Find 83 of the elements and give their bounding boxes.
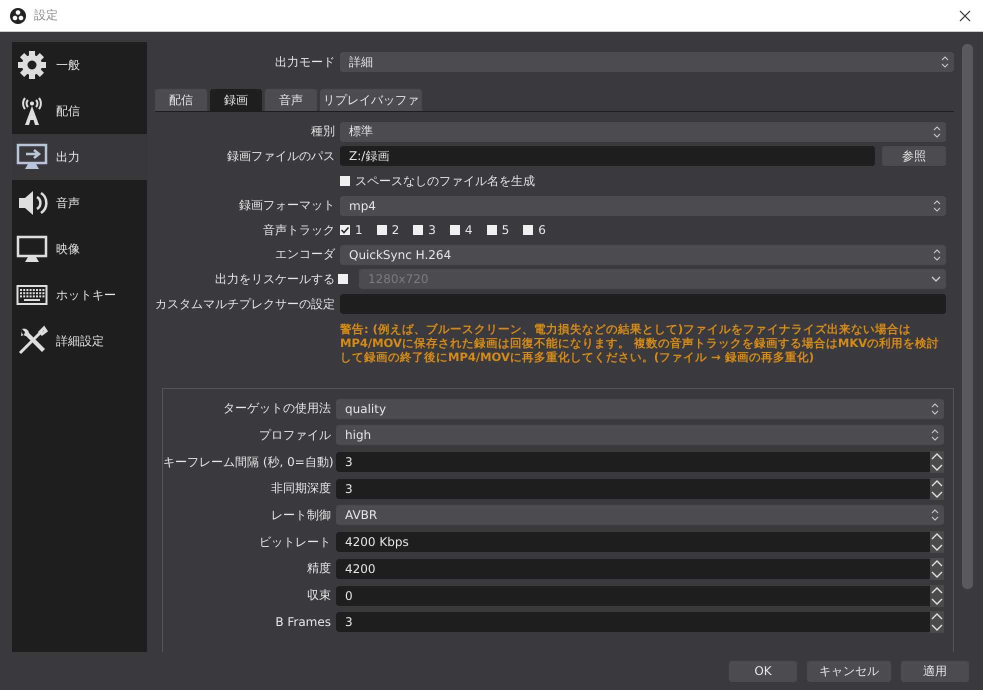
updown-icon (931, 509, 939, 522)
field-label: ターゲットの使用法 (222, 400, 331, 418)
sidebar-item[interactable]: 音声 (12, 180, 147, 226)
dropdown[interactable]: high (336, 425, 944, 446)
spin-arrows-icon[interactable] (930, 451, 944, 474)
sidebar-item[interactable]: 映像 (12, 226, 147, 272)
number-field[interactable]: 4200 Kbps (336, 532, 944, 552)
updown-icon (933, 126, 941, 138)
checkbox-label: 3 (428, 223, 436, 238)
monitor-icon (16, 233, 48, 265)
dropdown[interactable]: 詳細 (340, 52, 954, 72)
checkbox[interactable] (340, 176, 350, 186)
dropdown[interactable]: quality (336, 398, 944, 419)
dropdown[interactable]: mp4 (340, 196, 946, 216)
dialog-button[interactable]: 適用 (901, 660, 969, 682)
checkbox-label: スペースなしのファイル名を生成 (355, 172, 535, 190)
checkbox-label: 1 (355, 223, 363, 238)
tab[interactable]: 録画 (210, 88, 262, 111)
updown-icon (931, 402, 939, 415)
number-field[interactable]: 4200 (336, 558, 944, 579)
number-field[interactable]: 3 (336, 452, 944, 472)
scrollbar[interactable] (962, 44, 973, 589)
field-label: 種別 (310, 123, 335, 140)
sidebar-item[interactable]: 詳細設定 (12, 318, 147, 364)
field-label: 録画ファイルのパス (226, 148, 335, 165)
checkbox[interactable] (450, 225, 460, 236)
field-label: 収束 (306, 587, 331, 604)
text-field[interactable] (340, 294, 946, 314)
checkbox[interactable] (486, 225, 497, 236)
spin-arrows-icon[interactable] (930, 558, 944, 580)
field-label: レート制御 (270, 506, 331, 524)
field-label: ビットレート (258, 534, 331, 551)
warning-text: 警告: (例えば、ブルースクリーン、電力損失などの結果として)ファイルをファイナライズ出来ない場合はMP4/MOVに保存された録画は回復不能になります。 複数の音声トラックを録画する場合はMKVの利用を検討して録画の終了後にMP4/MOVに再多重化してください。(ファイル → 録画の再多重化) (340, 322, 940, 364)
spin-arrows-icon[interactable] (930, 531, 944, 554)
window-title: 設定 (34, 7, 59, 24)
tab[interactable]: リプレイバッファ (320, 88, 422, 111)
dialog-button[interactable]: キャンセル (807, 660, 891, 682)
field-label: 精度 (306, 560, 331, 578)
field-label: プロファイル (258, 426, 331, 444)
field-label: B Frames (274, 615, 331, 630)
number-field[interactable]: 0 (336, 586, 944, 606)
browse-button[interactable]: 参照 (882, 146, 946, 166)
number-field[interactable]: 3 (336, 478, 944, 499)
dropdown[interactable]: 標準 (340, 122, 946, 142)
sidebar-item[interactable]: 一般 (12, 42, 147, 88)
field-label: 出力モード (274, 54, 335, 71)
field-label: 非同期深度 (270, 480, 331, 498)
spin-arrows-icon[interactable] (930, 478, 944, 500)
close-icon[interactable] (959, 10, 971, 22)
field-label: エンコーダ (274, 246, 335, 264)
sidebar-item[interactable]: 出力 (12, 134, 147, 180)
updown-icon (933, 248, 941, 261)
checkbox-label: 2 (392, 223, 400, 238)
dialog-button[interactable]: OK (729, 660, 797, 682)
updown-icon (931, 429, 939, 442)
field-label: 録画フォーマット (238, 197, 335, 214)
dropdown[interactable]: AVBR (336, 505, 944, 526)
app-logo-icon (10, 8, 26, 24)
sidebar-item[interactable]: ホットキー (12, 272, 147, 318)
dropdown[interactable]: QuickSync H.264 (340, 244, 946, 265)
checkbox-label: 4 (464, 223, 473, 238)
number-field[interactable]: 3 (336, 612, 944, 632)
field-label: 音声トラック (262, 222, 335, 239)
sidebar-item[interactable]: 配信 (12, 88, 147, 134)
updown-icon (933, 200, 941, 212)
checkbox-label: 5 (502, 223, 510, 238)
spin-arrows-icon[interactable] (930, 611, 944, 634)
checkbox[interactable] (376, 225, 387, 236)
checkbox[interactable] (523, 225, 534, 236)
field-label: 出力をリスケールする (214, 270, 335, 288)
chevron-down-icon (931, 276, 941, 282)
path-field[interactable]: Z:/録画 (340, 146, 875, 166)
checkbox[interactable] (340, 225, 350, 236)
tab[interactable]: 音声 (265, 88, 317, 111)
tab[interactable]: 配信 (155, 88, 207, 111)
updown-icon (941, 56, 949, 68)
gear-icon (16, 49, 48, 81)
field-label: カスタムマルチプレクサーの設定 (155, 296, 335, 313)
checkbox[interactable] (413, 225, 424, 236)
tools-icon (16, 325, 48, 357)
field-label: キーフレーム間隔 (秒, 0=自動) (163, 454, 331, 471)
spin-arrows-icon[interactable] (930, 584, 944, 606)
checkbox-label: 6 (538, 223, 546, 238)
